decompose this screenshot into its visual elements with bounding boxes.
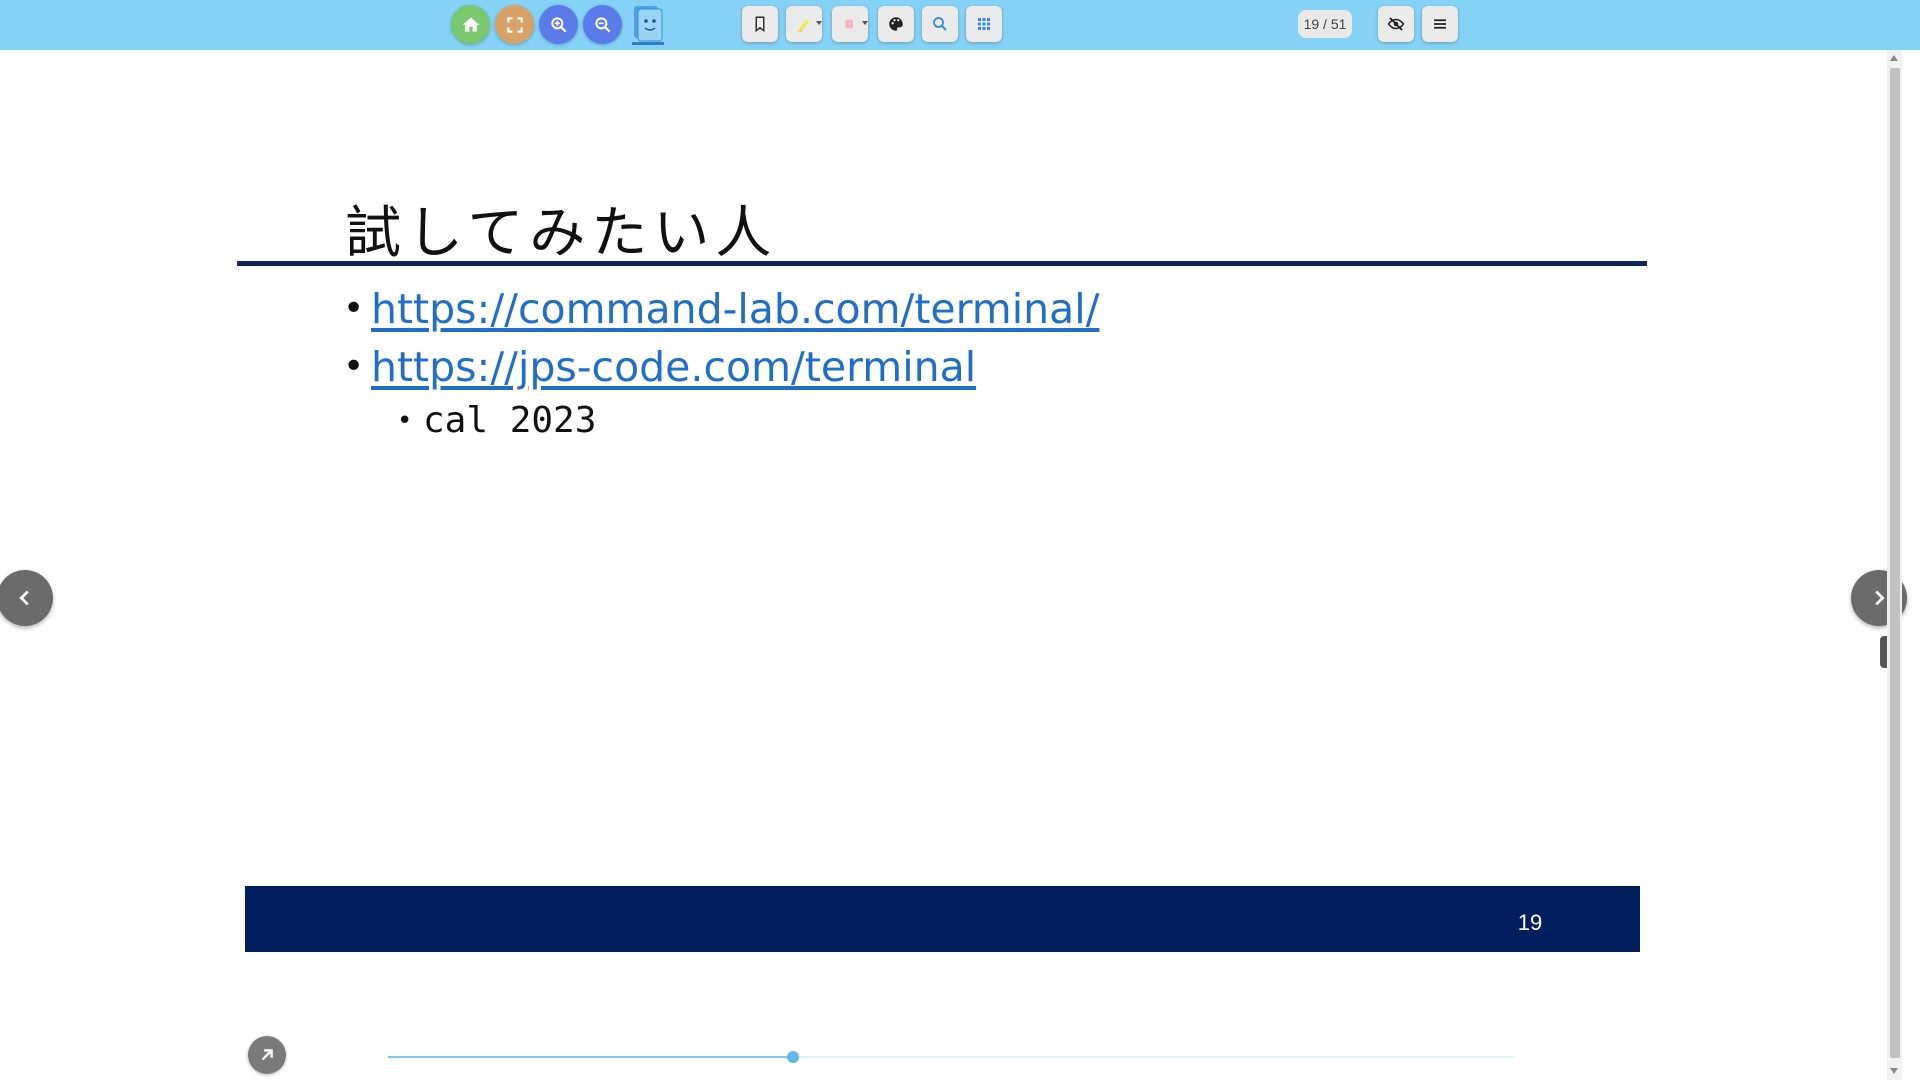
title-divider xyxy=(237,261,1647,266)
fullscreen-button[interactable] xyxy=(495,5,534,44)
top-toolbar: 19 / 51 xyxy=(0,0,1920,50)
progress-slider-handle[interactable] xyxy=(787,1051,799,1063)
palette-icon xyxy=(889,17,903,31)
bookmark-button[interactable] xyxy=(742,6,778,42)
chevron-down-icon[interactable] xyxy=(862,21,868,25)
menu-icon xyxy=(1434,19,1446,29)
zoom-in-button[interactable] xyxy=(539,5,578,44)
grid-icon xyxy=(978,18,990,30)
zoom-out-button[interactable] xyxy=(583,5,622,44)
hide-button[interactable] xyxy=(1378,6,1414,42)
sub-list-item: cal 2023 xyxy=(395,396,1099,446)
progress-slider-fill xyxy=(388,1056,793,1058)
menu-button[interactable] xyxy=(1422,6,1458,42)
arrow-up-right-icon xyxy=(261,1049,273,1061)
slide-footer-band xyxy=(245,886,1640,952)
list-item: https://command-lab.com/terminal/ xyxy=(343,280,1099,338)
search-icon xyxy=(933,17,947,31)
scroll-down-icon[interactable] xyxy=(1890,1068,1898,1074)
hide-icon xyxy=(1387,17,1405,31)
eraser-icon xyxy=(845,19,853,29)
scrollbar-thumb[interactable] xyxy=(1890,68,1900,1058)
bullet-list: https://command-lab.com/terminal/ https:… xyxy=(343,280,1099,446)
slide-title: 試してみたい人 xyxy=(345,201,778,266)
zoom-out-icon xyxy=(594,16,610,32)
app-logo[interactable] xyxy=(630,3,666,47)
bookmark-icon xyxy=(755,16,765,33)
chevron-left-icon xyxy=(19,590,29,606)
previous-slide-button[interactable] xyxy=(0,570,53,626)
list-item: https://jps-code.com/terminal xyxy=(343,338,1099,396)
scroll-up-icon[interactable] xyxy=(1890,55,1898,61)
home-button[interactable] xyxy=(451,5,490,44)
expand-button[interactable] xyxy=(248,1036,286,1074)
jps-code-link[interactable]: https://jps-code.com/terminal xyxy=(371,343,976,391)
chevron-down-icon[interactable] xyxy=(816,21,822,25)
zoom-in-icon xyxy=(550,16,566,32)
search-button[interactable] xyxy=(922,6,958,42)
grid-view-button[interactable] xyxy=(966,6,1002,42)
palette-button[interactable] xyxy=(878,6,914,42)
home-icon xyxy=(462,17,479,32)
page-counter: 19 / 51 xyxy=(1298,10,1352,38)
fullscreen-icon xyxy=(506,16,523,33)
slide-number: 19 xyxy=(1517,910,1543,935)
highlighter-icon xyxy=(798,19,810,32)
command-lab-link[interactable]: https://command-lab.com/terminal/ xyxy=(371,285,1099,333)
eraser-button[interactable] xyxy=(832,6,868,42)
highlighter-button[interactable] xyxy=(786,6,822,42)
